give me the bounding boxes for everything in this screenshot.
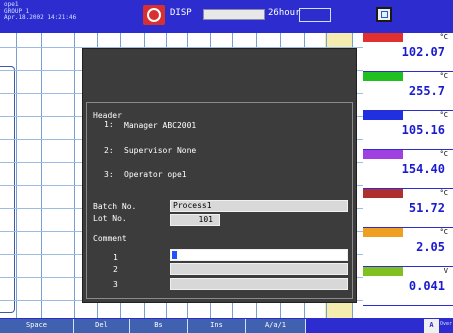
grid-line-vertical bbox=[41, 33, 42, 318]
softkey-bar: Space Del Bs Ins A/a/1 A Over bbox=[0, 318, 453, 333]
comment-field-3[interactable] bbox=[170, 278, 348, 290]
timebase-label: 26hour bbox=[268, 8, 301, 18]
disp-progress bbox=[203, 9, 265, 20]
alarm-icon-ring bbox=[147, 8, 161, 22]
channel-value: 51.72 bbox=[408, 201, 445, 215]
char-mode-key[interactable]: A/a/1 bbox=[246, 319, 306, 333]
channel-cell: °C 105.16 bbox=[363, 111, 453, 150]
header-line-1-num: 1: bbox=[104, 120, 114, 129]
channel-value: 2.05 bbox=[416, 240, 445, 254]
batch-field[interactable]: Process1 bbox=[170, 200, 348, 212]
date-time: Apr.18.2002 14:21:46 bbox=[4, 14, 77, 21]
channel-color-bar bbox=[363, 111, 403, 120]
overwrite-indicator: Over bbox=[440, 321, 453, 327]
channel-cell: °C 51.72 bbox=[363, 189, 453, 228]
channel-cell: °C 102.07 bbox=[363, 33, 453, 72]
channel-value: 105.16 bbox=[401, 123, 445, 137]
monitor-icon-screen bbox=[381, 11, 388, 18]
channel-unit: °C bbox=[439, 33, 448, 41]
channel-cell: °C 2.05 bbox=[363, 228, 453, 267]
status-bar: ope1 GROUP 1 Apr.18.2002 14:21:46 DISP 2… bbox=[0, 0, 453, 33]
channel-color-bar bbox=[363, 72, 403, 81]
channel-value: 102.07 bbox=[401, 45, 445, 59]
channel-unit: °C bbox=[439, 228, 448, 236]
backspace-key[interactable]: Bs bbox=[130, 319, 188, 333]
header-line-3[interactable]: Operator ope1 bbox=[124, 170, 187, 179]
timebase-box bbox=[299, 8, 331, 22]
channel-value: 0.041 bbox=[408, 279, 445, 293]
status-text: ope1 GROUP 1 Apr.18.2002 14:21:46 bbox=[4, 1, 124, 22]
channel-value: 255.7 bbox=[408, 84, 445, 98]
monitor-icon[interactable] bbox=[376, 7, 392, 22]
alarm-icon[interactable] bbox=[143, 5, 165, 25]
comment-field-2[interactable] bbox=[170, 263, 348, 275]
batch-label: Batch No. bbox=[93, 202, 137, 211]
space-key[interactable]: Space bbox=[0, 319, 74, 333]
delete-key[interactable]: Del bbox=[74, 319, 130, 333]
channel-unit: °C bbox=[439, 150, 448, 158]
grid-line-vertical bbox=[74, 33, 75, 318]
header-line-1[interactable]: Manager ABC2001 bbox=[124, 121, 196, 130]
header-line-3-num: 3: bbox=[104, 170, 114, 179]
channel-color-bar bbox=[363, 228, 403, 237]
comment-3-num: 3 bbox=[113, 280, 118, 289]
channel-unit: V bbox=[443, 267, 448, 275]
channel-color-bar bbox=[363, 150, 403, 159]
comment-label: Comment bbox=[93, 234, 127, 243]
lot-field[interactable]: 101 bbox=[170, 214, 220, 226]
header-title: Header bbox=[93, 111, 122, 120]
comment-field-1[interactable] bbox=[170, 249, 348, 261]
channel-separator bbox=[363, 305, 453, 306]
channel-unit: °C bbox=[439, 111, 448, 119]
header-line-2-num: 2: bbox=[104, 146, 114, 155]
input-mode-indicator: A bbox=[424, 319, 439, 333]
channel-value-panel: °C 102.07 °C 255.7 °C 105.16 °C 154.40 °C 51.72 °C… bbox=[363, 33, 453, 318]
channel-unit: °C bbox=[439, 189, 448, 197]
channel-value: 154.40 bbox=[401, 162, 445, 176]
channel-color-bar bbox=[363, 267, 403, 276]
channel-cell: V 0.041 bbox=[363, 267, 453, 306]
channel-cell: °C 154.40 bbox=[363, 150, 453, 189]
channel-cell: °C 255.7 bbox=[363, 72, 453, 111]
disp-label: DISP bbox=[170, 8, 192, 18]
header-line-2[interactable]: Supervisor None bbox=[124, 146, 196, 155]
lot-label: Lot No. bbox=[93, 214, 127, 223]
channel-unit: °C bbox=[439, 72, 448, 80]
comment-2-num: 2 bbox=[113, 265, 118, 274]
grid-line-vertical bbox=[16, 33, 17, 318]
channel-color-bar bbox=[363, 33, 403, 42]
insert-key[interactable]: Ins bbox=[188, 319, 246, 333]
comment-1-num: 1 bbox=[113, 253, 118, 262]
text-cursor bbox=[172, 251, 177, 259]
channel-color-bar bbox=[363, 189, 403, 198]
